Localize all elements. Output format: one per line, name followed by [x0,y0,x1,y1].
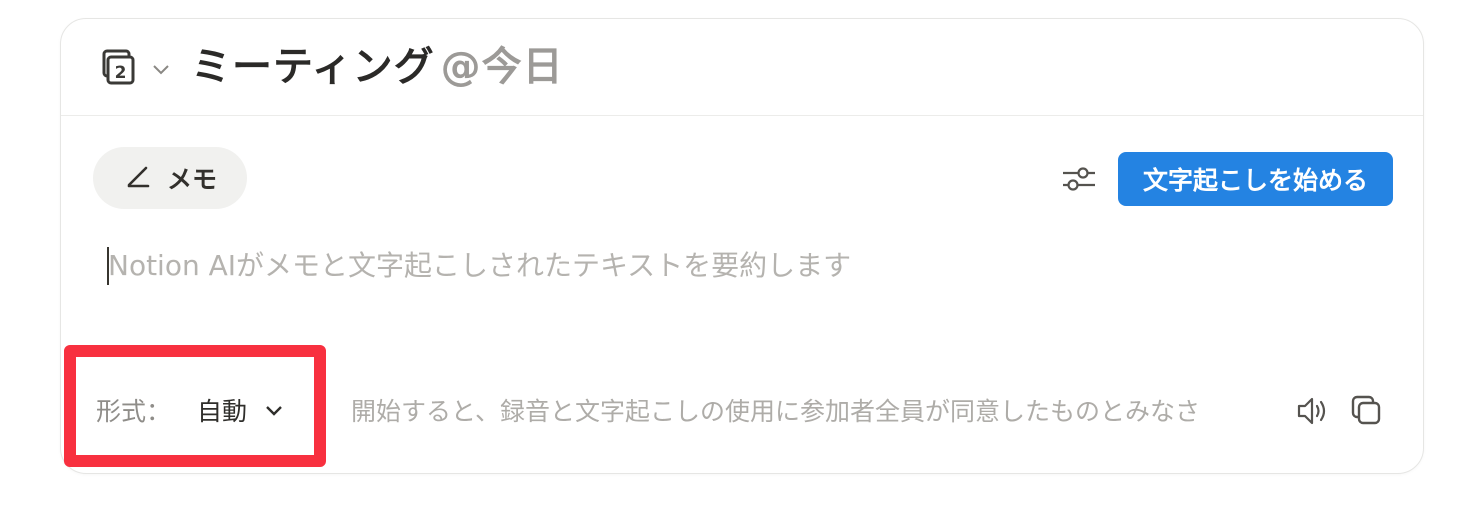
page-title[interactable]: ミーティング @今日 [191,39,564,95]
memo-button[interactable]: メモ [93,147,247,209]
chevron-down-icon[interactable] [151,59,171,79]
pen-icon [127,166,150,188]
format-dropdown[interactable]: 自動 [197,392,285,428]
format-label: 形式： [96,397,172,426]
card-header: 2 ミーティング @今日 [61,19,1423,116]
calendar-page-icon[interactable]: 2 [99,49,137,87]
start-transcription-button[interactable]: 文字起こしを始める [1118,152,1393,206]
title-text: ミーティング [191,44,435,90]
format-value: 自動 [197,397,248,426]
svg-text:2: 2 [115,63,127,83]
date-mention[interactable]: @今日 [441,44,564,90]
speaker-icon[interactable] [1295,393,1331,429]
sliders-icon[interactable] [1061,163,1097,195]
consent-notice: 開始すると、録音と文字起こしの使用に参加者全員が同意したものとみなさ [351,397,1201,426]
chevron-down-icon [266,406,282,416]
meeting-card: 2 ミーティング@今日 メモ 文字起こしを始める 形式： 自動 開始すると、録音… [60,18,1424,474]
summary-input[interactable] [108,241,1358,289]
copy-icon[interactable] [1349,393,1383,427]
memo-label: メモ [166,165,217,194]
